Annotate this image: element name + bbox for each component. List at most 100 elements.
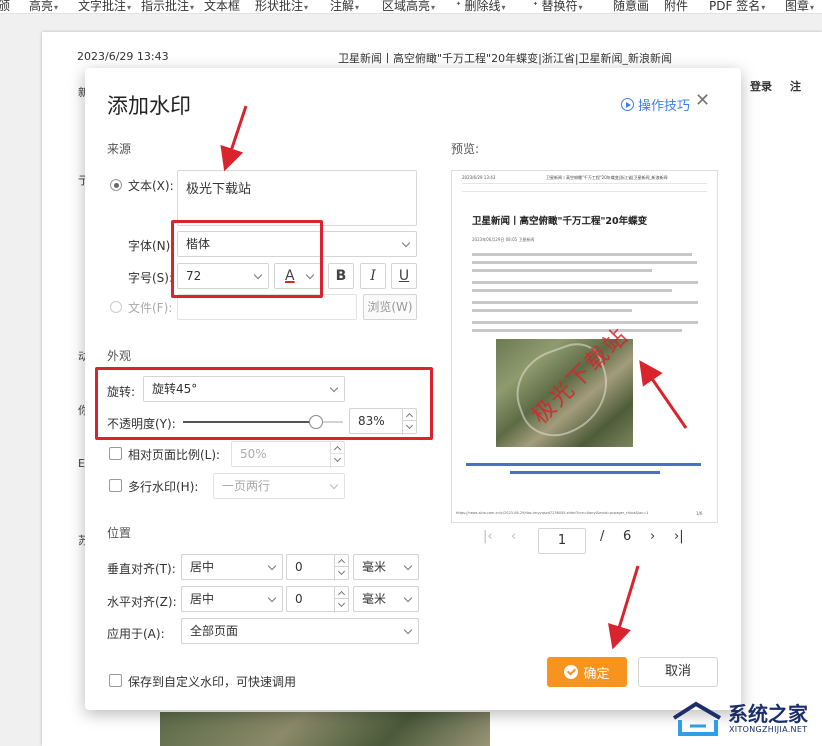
vertical-unit-select[interactable]: 毫米 <box>353 554 419 580</box>
preview-text-line <box>472 289 672 292</box>
chevron-down-icon <box>329 480 339 490</box>
spin-up-icon[interactable] <box>335 587 348 599</box>
chevron-down-icon <box>267 593 277 603</box>
toolbar-item-text-comment[interactable]: 文字批注▾ <box>78 0 132 13</box>
italic-button[interactable]: I <box>360 263 386 289</box>
toolbar-item-strikethrough[interactable]: ᐩ 删除线▾ <box>456 0 506 13</box>
logo-text: 系统之家 <box>728 702 808 726</box>
toolbar-item-pointer-comment[interactable]: 指示批注▾ <box>141 0 195 13</box>
toolbar-item-pdf-sign[interactable]: PDF 签名▾ <box>709 0 766 13</box>
horizontal-offset-input[interactable]: 0 <box>286 586 349 613</box>
document-title: 卫星新闻丨高空俯瞰"千万工程"20年蝶变|浙江省|卫星新闻_新浪新闻 <box>338 52 673 65</box>
ok-button[interactable]: 确定 <box>547 657 627 687</box>
preview-page-number: 1/6 <box>696 511 703 516</box>
multiline-value: 一页两行 <box>222 479 271 493</box>
chevron-down-icon: ▾ <box>304 3 309 12</box>
toolbar-stamp-label: 图章 <box>785 0 810 13</box>
file-radio[interactable] <box>110 301 122 313</box>
size-label: 字号(S): <box>128 271 174 285</box>
multiline-select[interactable]: 一页两行 <box>213 473 345 499</box>
apply-to-select[interactable]: 全部页面 <box>181 618 419 644</box>
horizontal-align-select[interactable]: 居中 <box>181 586 283 612</box>
preview-text-line <box>472 321 698 324</box>
preview-text-line <box>472 269 652 272</box>
play-icon <box>621 98 634 111</box>
relative-scale-checkbox[interactable] <box>109 447 122 460</box>
toolbar-item-area-highlight[interactable]: 区域高亮▾ <box>382 0 435 13</box>
next-page-icon[interactable]: › <box>650 529 655 544</box>
relative-scale-label: 相对页面比例(L): <box>128 448 221 462</box>
toolbar-item-stamp[interactable]: 图章▾ <box>785 0 815 13</box>
underline-button[interactable]: U <box>391 263 417 289</box>
total-pages: 6 <box>623 529 632 544</box>
chevron-down-icon <box>403 625 413 635</box>
multiline-checkbox[interactable] <box>109 479 122 492</box>
chevron-down-icon: ▾ <box>761 3 766 12</box>
text-label: 文本(X): <box>128 179 174 193</box>
text-radio[interactable] <box>110 179 122 191</box>
watermark-text-input[interactable]: 极光下载站 <box>177 170 417 226</box>
toolbar-item-textbox[interactable]: 文本框 <box>204 0 240 13</box>
toolbar-item-freehand[interactable]: 随意画 <box>613 0 649 13</box>
preview-caption-line <box>466 463 701 466</box>
relative-scale-spinner[interactable] <box>330 442 344 468</box>
page-number-input[interactable]: 1 <box>538 528 586 554</box>
prev-page-icon[interactable]: ‹ <box>511 529 516 544</box>
preview-page-title: 卫星新闻丨高空俯瞰"千万工程"20年蝶变 <box>472 216 648 227</box>
relative-scale-input[interactable]: 50% <box>231 441 345 468</box>
toolbar-item-shape-comment[interactable]: 形状批注▾ <box>255 0 309 13</box>
chevron-down-icon <box>403 593 413 603</box>
logo-subtext: XITONGZHIJIA.NET <box>729 725 808 734</box>
preview-text-line <box>472 281 698 284</box>
toolbar-item-highlight[interactable]: 高亮▾ <box>29 0 58 13</box>
toolbar-item-attachment[interactable]: 附件 <box>664 0 688 13</box>
bold-button[interactable]: B <box>328 263 354 289</box>
cancel-button[interactable]: 取消 <box>638 657 718 687</box>
preview-text-line <box>472 253 692 256</box>
preview-divider <box>462 183 707 184</box>
toolbar-highlight-label: 高亮 <box>29 0 54 13</box>
site-logo: 系统之家 XITONGZHIJIA.NET <box>666 692 822 746</box>
chevron-down-icon: ▾ <box>190 3 195 12</box>
chevron-down-icon: ▾ <box>810 3 815 12</box>
browse-button[interactable]: 浏览(W) <box>363 294 417 320</box>
spin-down-icon[interactable] <box>331 454 344 466</box>
vertical-align-select[interactable]: 居中 <box>181 554 283 580</box>
vertical-offset-spinner[interactable] <box>334 555 348 581</box>
toolbar-item-0[interactable]: 颁 <box>0 0 10 13</box>
save-custom-checkbox[interactable] <box>109 674 122 687</box>
page-separator: / <box>600 529 605 544</box>
toolbar-item-replace[interactable]: ᐩ 替换符▾ <box>533 0 583 13</box>
preview-caption-line <box>510 471 660 474</box>
check-icon <box>564 665 579 679</box>
add-watermark-dialog: 添加水印 操作技巧 ✕ 来源 文本(X): 极光下载站 字体(N): 楷体 字号… <box>85 68 741 710</box>
chevron-down-icon: ▾ <box>501 3 506 12</box>
first-page-icon[interactable]: |‹ <box>483 529 493 544</box>
vertical-align-value: 居中 <box>190 560 215 574</box>
toolbar-shape-comment-label: 形状批注 <box>255 0 304 13</box>
preview-text-line <box>472 309 632 312</box>
spin-up-icon[interactable] <box>335 555 348 567</box>
spin-down-icon[interactable] <box>335 599 348 611</box>
horizontal-offset-value: 0 <box>295 592 303 606</box>
document-satellite-image <box>160 712 490 746</box>
tips-link[interactable]: 操作技巧 <box>621 95 690 114</box>
spin-up-icon[interactable] <box>331 442 344 454</box>
file-label: 文件(F): <box>128 301 173 315</box>
close-icon[interactable]: ✕ <box>695 92 710 110</box>
horizontal-unit-select[interactable]: 毫米 <box>353 586 419 612</box>
horizontal-unit-value: 毫米 <box>362 592 387 606</box>
spin-down-icon[interactable] <box>335 567 348 579</box>
last-page-icon[interactable]: ›| <box>674 529 684 544</box>
preview-text-line <box>472 261 697 264</box>
toolbar-item-annotate[interactable]: 注解▾ <box>330 0 360 13</box>
horizontal-align-value: 居中 <box>190 592 215 606</box>
vertical-offset-value: 0 <box>295 560 303 574</box>
toolbar-pointer-comment-label: 指示批注 <box>141 0 190 13</box>
font-label: 字体(N): <box>128 239 175 253</box>
vertical-offset-input[interactable]: 0 <box>286 554 349 581</box>
chevron-down-icon: ▾ <box>355 3 360 12</box>
preview-text-line <box>472 329 682 332</box>
horizontal-offset-spinner[interactable] <box>334 587 348 613</box>
chevron-down-icon: ▾ <box>127 3 132 12</box>
